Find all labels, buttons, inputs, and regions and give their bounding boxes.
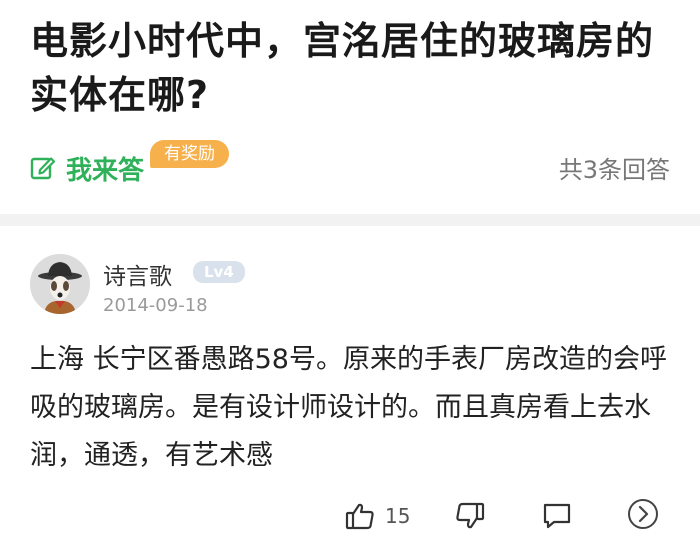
share-button[interactable] <box>627 498 659 530</box>
reward-badge: 有奖励 <box>150 140 229 168</box>
comment-button[interactable] <box>542 502 572 530</box>
answer-count[interactable]: 共3条回答 <box>559 150 670 185</box>
like-button[interactable]: 15 <box>345 502 410 530</box>
answer-body: 上海 长宁区番愚路58号。原来的手表厂房改造的会呼吸的玻璃房。是有设计师设计的。… <box>30 344 667 471</box>
level-badge: Lv4 <box>193 261 245 283</box>
chevron-right-icon <box>627 498 659 530</box>
section-divider <box>0 214 700 226</box>
answer-button[interactable]: 我来答 <box>30 146 144 190</box>
thumbs-down-icon <box>455 502 485 530</box>
answer-label: 我来答 <box>66 155 145 186</box>
dislike-button[interactable] <box>455 502 485 530</box>
author-name[interactable]: 诗言歌 <box>103 257 172 291</box>
action-bar: 15 <box>0 490 700 538</box>
question-title: 电影小时代中，宫洺居住的玻璃房的实体在哪? <box>30 19 655 117</box>
edit-icon <box>30 155 56 181</box>
avatar[interactable] <box>30 254 90 314</box>
post-date: 2014-09-18 <box>103 295 208 316</box>
thumbs-up-icon <box>345 502 375 530</box>
comment-icon <box>542 502 572 530</box>
like-count: 15 <box>385 504 411 528</box>
